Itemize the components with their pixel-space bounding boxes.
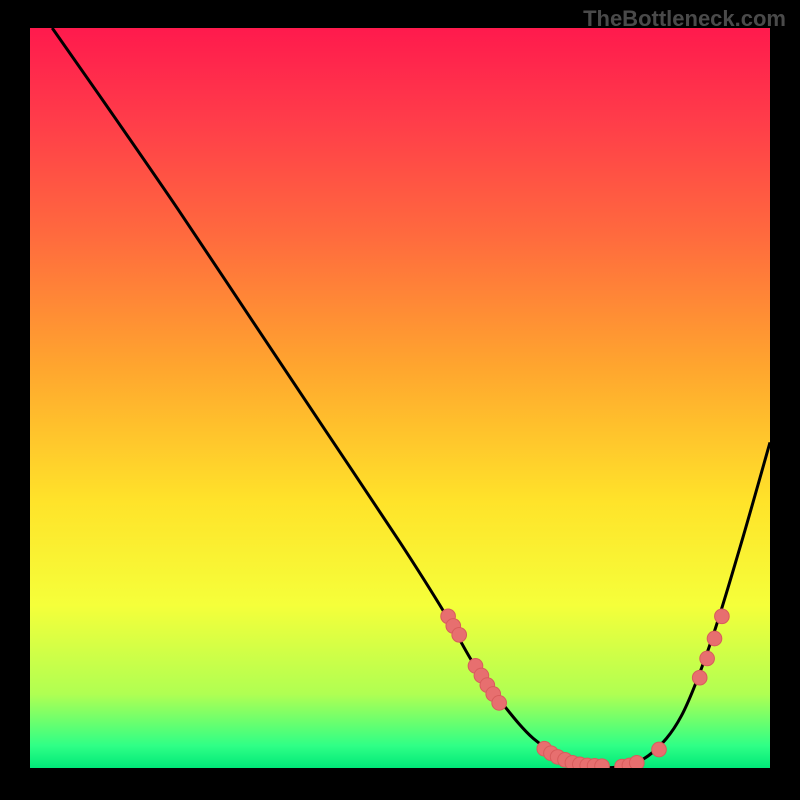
curve-marker bbox=[715, 609, 730, 624]
curve-markers bbox=[441, 609, 729, 768]
chart-svg bbox=[30, 28, 770, 768]
curve-marker bbox=[692, 670, 707, 685]
curve-marker bbox=[652, 742, 667, 757]
curve-marker bbox=[452, 627, 467, 642]
curve-marker bbox=[700, 651, 715, 666]
curve-marker bbox=[707, 631, 722, 646]
curve-marker bbox=[629, 755, 644, 768]
bottleneck-curve bbox=[52, 28, 770, 768]
curve-marker bbox=[492, 696, 507, 711]
watermark-text: TheBottleneck.com bbox=[583, 6, 786, 32]
